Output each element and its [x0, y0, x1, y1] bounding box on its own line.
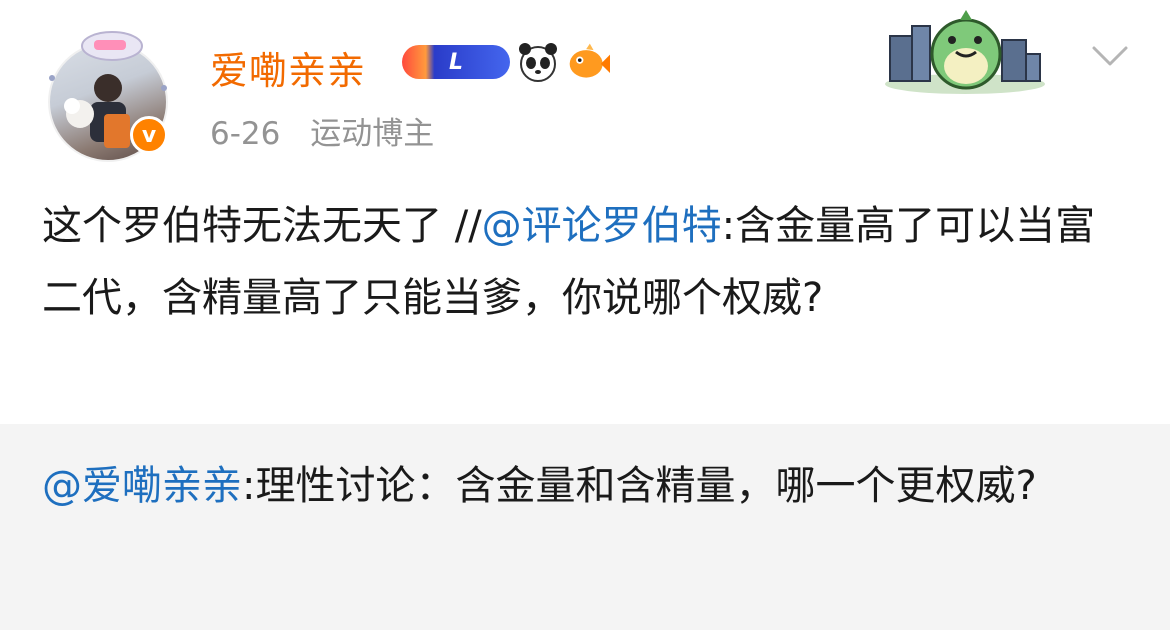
- dragon-badge-icon[interactable]: L: [402, 45, 510, 79]
- post-content: 这个罗伯特无法无天了 //@评论罗伯特:含金量高了可以当富二代，含精量高了只能当…: [42, 190, 1132, 334]
- repost-mention-link[interactable]: @爱嘞亲亲: [42, 463, 242, 509]
- mention-link[interactable]: @评论罗伯特: [482, 203, 722, 249]
- panda-icon[interactable]: [516, 40, 560, 84]
- badge-row: L: [402, 40, 610, 84]
- repost-content: @爱嘞亲亲:理性讨论：含金量和含精量，哪一个更权威?: [42, 450, 1132, 522]
- fish-icon[interactable]: [566, 40, 610, 84]
- post-category: 运动博主: [310, 116, 435, 152]
- post-text-main: 这个罗伯特无法无天了 //: [42, 203, 482, 249]
- repost-card[interactable]: @爱嘞亲亲:理性讨论：含金量和含精量，哪一个更权威?: [0, 424, 1170, 630]
- username[interactable]: 爱嘞亲亲: [210, 40, 366, 95]
- chevron-down-icon[interactable]: [1090, 40, 1130, 70]
- verified-badge-icon: v: [130, 116, 168, 154]
- dinosaur-sticker-icon: [885, 10, 1045, 94]
- repost-text: :理性讨论：含金量和含精量，哪一个更权威?: [242, 463, 1037, 509]
- post-card: v 爱嘞亲亲 L 6-26 运动博主 这个罗伯特无法无天了 //@评论罗伯特:含…: [0, 0, 1170, 424]
- avatar-container[interactable]: v: [42, 28, 174, 162]
- post-meta: 6-26 运动博主: [210, 108, 454, 153]
- level-badge-label: L: [448, 49, 464, 75]
- post-date: 6-26: [210, 116, 281, 152]
